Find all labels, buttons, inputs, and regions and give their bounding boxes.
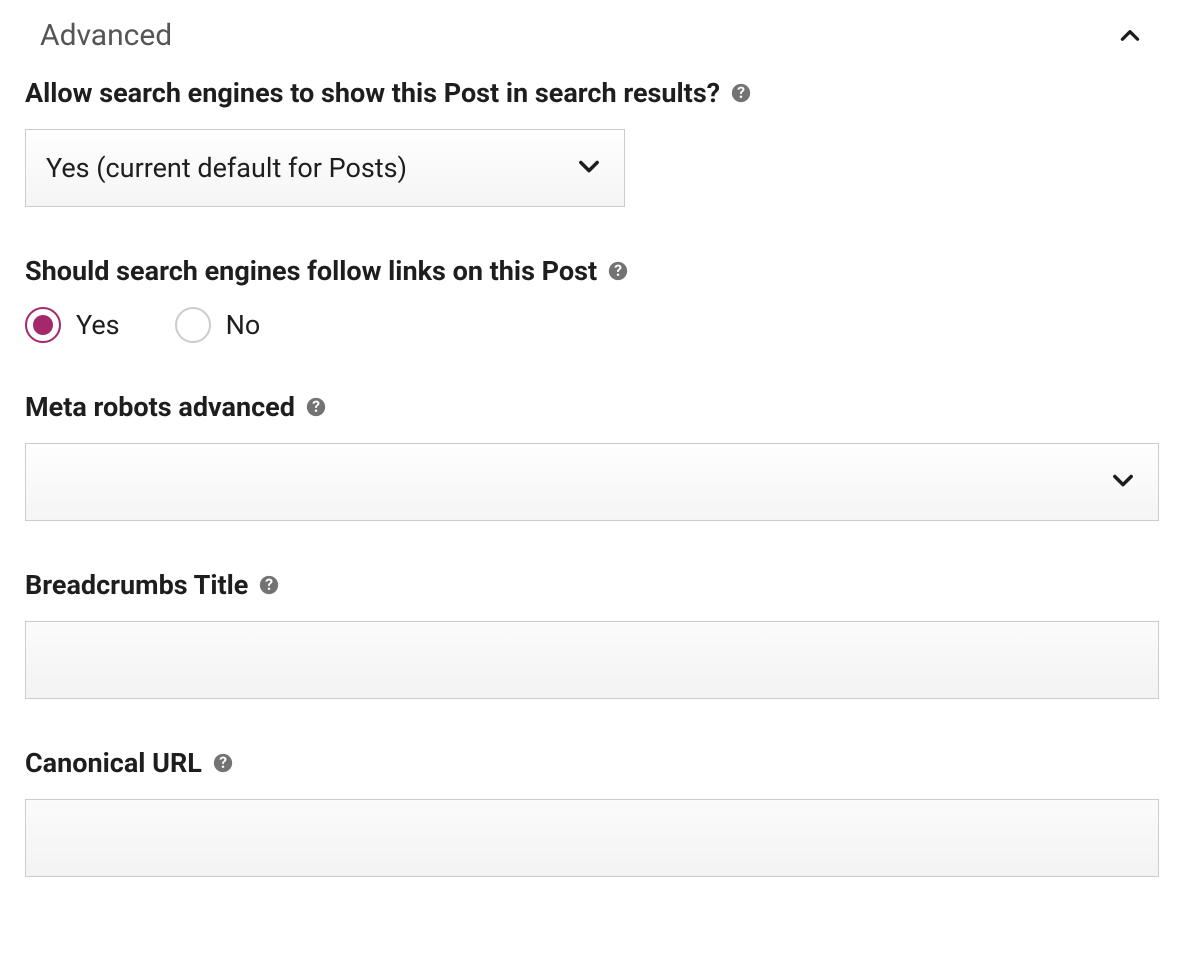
follow-links-no-label: No (226, 309, 261, 341)
follow-links-yes-label: Yes (76, 309, 120, 341)
help-icon[interactable] (212, 752, 234, 774)
follow-links-radio-group: Yes No (25, 307, 1159, 343)
radio-dot (33, 315, 53, 335)
help-icon[interactable] (305, 396, 327, 418)
breadcrumbs-title-input[interactable] (25, 621, 1159, 699)
follow-links-label: Should search engines follow links on th… (25, 255, 1159, 287)
help-icon[interactable] (607, 260, 629, 282)
radio-circle-unselected (175, 307, 211, 343)
advanced-panel-title: Advanced (40, 18, 172, 53)
allow-search-engines-label: Allow search engines to show this Post i… (25, 77, 1159, 109)
meta-robots-select[interactable] (25, 443, 1159, 521)
follow-links-radio-yes[interactable]: Yes (25, 307, 120, 343)
canonical-url-label: Canonical URL (25, 747, 1159, 779)
breadcrumbs-title-label-text: Breadcrumbs Title (25, 569, 248, 601)
allow-search-engines-label-text: Allow search engines to show this Post i… (25, 77, 720, 109)
help-icon[interactable] (730, 82, 752, 104)
meta-robots-label-text: Meta robots advanced (25, 391, 295, 423)
follow-links-radio-no[interactable]: No (175, 307, 261, 343)
breadcrumbs-title-label: Breadcrumbs Title (25, 569, 1159, 601)
radio-circle-selected (25, 307, 61, 343)
allow-search-engines-select[interactable]: Yes (current default for Posts) (25, 129, 625, 207)
canonical-url-label-text: Canonical URL (25, 747, 202, 779)
follow-links-label-text: Should search engines follow links on th… (25, 255, 597, 287)
help-icon[interactable] (258, 574, 280, 596)
allow-search-engines-selected-value: Yes (current default for Posts) (46, 152, 407, 184)
canonical-url-input[interactable] (25, 799, 1159, 877)
advanced-panel-header[interactable]: Advanced (25, 0, 1159, 77)
meta-robots-label: Meta robots advanced (25, 391, 1159, 423)
chevron-up-icon (1116, 22, 1144, 50)
